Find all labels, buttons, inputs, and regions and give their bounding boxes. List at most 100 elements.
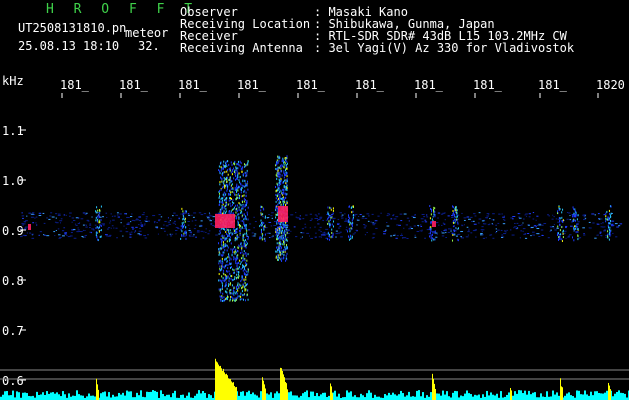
noise-bar bbox=[438, 393, 440, 400]
noise-bar bbox=[198, 390, 200, 400]
echo-pixel bbox=[241, 195, 243, 198]
noise-pixel bbox=[550, 229, 552, 231]
noise-pixel bbox=[290, 214, 293, 216]
noise-pixel bbox=[599, 218, 601, 220]
echo-pixel bbox=[286, 246, 288, 249]
noise-pixel bbox=[195, 236, 197, 238]
echo-pixel bbox=[221, 254, 223, 257]
noise-pixel bbox=[426, 229, 430, 231]
noise-pixel bbox=[356, 219, 360, 221]
echo-pixel bbox=[286, 162, 288, 165]
echo-pixel bbox=[332, 225, 334, 228]
echo-pixel bbox=[275, 213, 277, 216]
noise-pixel bbox=[457, 218, 459, 220]
noise-pixel bbox=[215, 234, 218, 236]
echo-pixel bbox=[228, 193, 230, 196]
noise-pixel bbox=[410, 228, 414, 230]
noise-pixel bbox=[291, 214, 294, 216]
noise-pixel bbox=[516, 222, 519, 224]
echo-pixel bbox=[219, 247, 221, 250]
noise-pixel bbox=[66, 234, 68, 236]
echo-pixel bbox=[259, 236, 261, 239]
echo-pixel bbox=[97, 209, 99, 212]
noise-pixel bbox=[437, 212, 441, 214]
echo-pixel bbox=[285, 259, 287, 262]
echo-pixel bbox=[280, 190, 282, 193]
echo-pixel bbox=[284, 230, 286, 233]
noise-pixel bbox=[124, 213, 127, 215]
echo-pixel bbox=[236, 267, 238, 270]
noise-pixel bbox=[123, 225, 125, 227]
echo-pixel bbox=[452, 209, 454, 212]
echo-pixel bbox=[238, 266, 240, 269]
echo-pixel bbox=[229, 238, 231, 241]
echo-pixel bbox=[218, 242, 220, 245]
noise-bar bbox=[336, 396, 338, 400]
noise-pixel bbox=[335, 236, 337, 238]
noise-pixel bbox=[522, 222, 524, 224]
echo-pixel bbox=[222, 239, 224, 242]
noise-pixel bbox=[55, 213, 58, 215]
echo-pixel bbox=[241, 210, 243, 213]
signal-peak bbox=[263, 380, 264, 400]
echo-pixel bbox=[275, 255, 277, 258]
echo-pixel bbox=[223, 243, 225, 246]
noise-pixel bbox=[492, 237, 495, 239]
echo-pixel bbox=[231, 233, 233, 236]
noise-pixel bbox=[340, 217, 344, 219]
noise-bar bbox=[350, 391, 352, 400]
echo-pixel bbox=[329, 218, 331, 221]
noise-pixel bbox=[101, 223, 104, 225]
noise-pixel bbox=[174, 223, 177, 225]
noise-bar bbox=[26, 393, 28, 400]
noise-pixel bbox=[441, 232, 445, 234]
echo-pixel bbox=[241, 247, 243, 250]
signal-peak bbox=[330, 383, 331, 400]
noise-band bbox=[20, 212, 623, 239]
signal-peak bbox=[227, 375, 228, 400]
noise-pixel bbox=[157, 233, 159, 235]
echo-pixel bbox=[434, 211, 436, 214]
noise-pixel bbox=[97, 217, 99, 219]
noise-pixel bbox=[85, 212, 88, 214]
noise-bar bbox=[30, 396, 32, 400]
noise-pixel bbox=[392, 214, 395, 216]
noise-pixel bbox=[53, 231, 56, 233]
noise-pixel bbox=[316, 215, 318, 217]
echo-pixel bbox=[218, 192, 220, 195]
noise-pixel bbox=[426, 214, 428, 216]
noise-pixel bbox=[424, 221, 428, 223]
noise-pixel bbox=[116, 212, 119, 214]
noise-pixel bbox=[31, 212, 35, 214]
echo-pixel bbox=[284, 241, 286, 244]
noise-pixel bbox=[268, 237, 271, 239]
echo-pixel bbox=[223, 191, 225, 194]
noise-pixel bbox=[386, 225, 390, 227]
echo-pixel bbox=[605, 212, 607, 215]
signal-peak bbox=[232, 382, 233, 400]
noise-pixel bbox=[55, 229, 57, 231]
noise-pixel bbox=[32, 222, 35, 224]
echo-pixel bbox=[572, 206, 574, 209]
noise-bar bbox=[506, 394, 508, 400]
noise-pixel bbox=[158, 220, 161, 222]
noise-pixel bbox=[337, 223, 340, 225]
noise-pixel bbox=[212, 219, 214, 221]
noise-pixel bbox=[447, 228, 451, 230]
noise-pixel bbox=[194, 219, 197, 221]
noise-bar bbox=[300, 395, 302, 400]
noise-bar bbox=[492, 394, 494, 400]
noise-pixel bbox=[79, 222, 81, 224]
echo-pixel bbox=[223, 273, 225, 276]
noise-pixel bbox=[354, 213, 358, 215]
noise-pixel bbox=[35, 216, 38, 218]
noise-bar bbox=[472, 396, 474, 400]
noise-pixel bbox=[253, 235, 256, 237]
echo-pixel bbox=[230, 242, 232, 245]
echo-pixel bbox=[225, 177, 227, 180]
noise-pixel bbox=[64, 232, 68, 234]
noise-pixel bbox=[193, 228, 196, 230]
noise-pixel bbox=[119, 230, 123, 232]
noise-pixel bbox=[293, 226, 296, 228]
noise-bar bbox=[552, 390, 554, 400]
